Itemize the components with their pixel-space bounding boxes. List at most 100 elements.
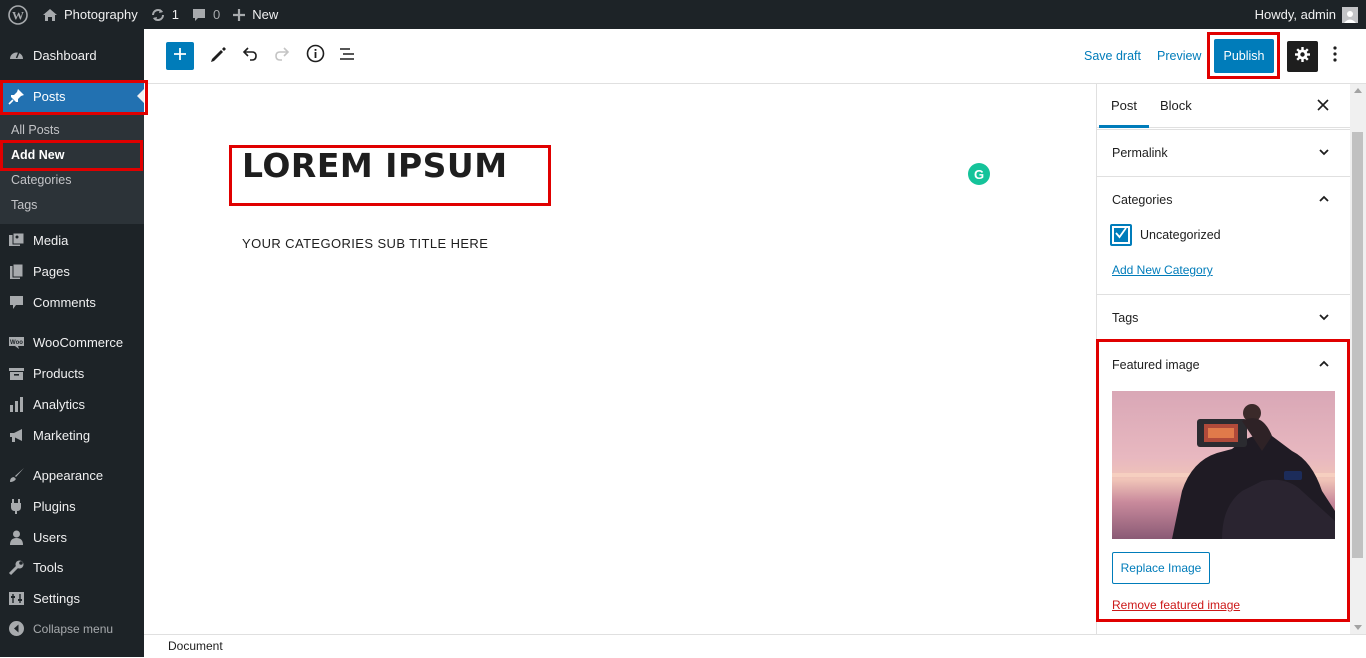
category-label: Uncategorized bbox=[1140, 228, 1221, 242]
comments-link[interactable]: 0 bbox=[185, 0, 226, 29]
comment-bubble-icon bbox=[191, 7, 207, 23]
tags-toggle[interactable]: Tags bbox=[1097, 295, 1350, 341]
sidebar-item-users[interactable]: Users bbox=[0, 522, 144, 552]
redo-button[interactable] bbox=[270, 42, 294, 70]
categories-section: Categories Uncategorized Add New Categor… bbox=[1097, 177, 1350, 295]
new-content-link[interactable]: New bbox=[226, 0, 284, 29]
woocommerce-icon: Woo bbox=[8, 334, 25, 351]
sidebar-item-label: Media bbox=[33, 233, 69, 248]
undo-button[interactable] bbox=[238, 42, 262, 70]
collapse-menu-button[interactable]: Collapse menu bbox=[0, 613, 144, 644]
grammarly-icon[interactable]: G bbox=[968, 163, 990, 185]
scroll-down-arrow-icon[interactable] bbox=[1354, 625, 1362, 630]
bar-chart-icon bbox=[8, 396, 25, 413]
sidebar-item-comments[interactable]: Comments bbox=[0, 287, 144, 317]
submenu-all-posts[interactable]: All Posts bbox=[0, 118, 144, 143]
sidebar-tabs: Post Block bbox=[1097, 84, 1350, 128]
sidebar-item-appearance[interactable]: Appearance bbox=[0, 460, 144, 491]
site-name-link[interactable]: Photography bbox=[36, 0, 144, 29]
sidebar-item-woocommerce[interactable]: Woo WooCommerce bbox=[0, 327, 144, 358]
sidebar-item-marketing[interactable]: Marketing bbox=[0, 420, 144, 451]
list-view-icon bbox=[338, 45, 356, 68]
my-account[interactable]: Howdy, admin bbox=[1255, 0, 1358, 29]
sidebar-item-analytics[interactable]: Analytics bbox=[0, 389, 144, 420]
tools-button[interactable] bbox=[206, 42, 230, 70]
remove-featured-image-link[interactable]: Remove featured image bbox=[1112, 598, 1240, 612]
submenu-categories[interactable]: Categories bbox=[0, 168, 144, 193]
sidebar-item-products[interactable]: Products bbox=[0, 358, 144, 389]
publish-button[interactable]: Publish bbox=[1214, 39, 1274, 73]
sidebar-item-label: Settings bbox=[33, 590, 80, 606]
sidebar-item-label: Analytics bbox=[33, 397, 86, 412]
sidebar-item-label: Comments bbox=[33, 294, 96, 310]
comment-icon bbox=[8, 294, 25, 311]
greeting: Howdy, admin bbox=[1254, 7, 1336, 22]
redo-icon bbox=[273, 45, 291, 68]
preview-button[interactable]: Preview bbox=[1157, 49, 1201, 63]
settings-button[interactable] bbox=[1287, 41, 1318, 72]
tab-block[interactable]: Block bbox=[1160, 84, 1192, 128]
pages-icon bbox=[8, 263, 25, 280]
tab-post[interactable]: Post bbox=[1099, 84, 1149, 128]
editor-toolbar: Save draft Preview Publish bbox=[144, 29, 1366, 84]
undo-icon bbox=[241, 45, 259, 68]
checkmark-icon bbox=[1114, 226, 1128, 245]
svg-text:W: W bbox=[12, 8, 24, 22]
sidebar-item-tools[interactable]: Tools bbox=[0, 552, 144, 583]
tags-section: Tags bbox=[1097, 295, 1350, 342]
paragraph-block[interactable]: YOUR CATEGORIES SUB TITLE HERE bbox=[242, 236, 488, 251]
sidebar-item-label: Users bbox=[33, 529, 67, 545]
replace-image-button[interactable]: Replace Image bbox=[1112, 552, 1210, 584]
plus-icon bbox=[173, 47, 187, 66]
updates-link[interactable]: 1 bbox=[144, 0, 185, 29]
updates-icon bbox=[150, 7, 166, 23]
settings-icon bbox=[8, 590, 25, 607]
photographer-image bbox=[1112, 391, 1335, 539]
more-vertical-icon bbox=[1333, 45, 1337, 67]
category-checkbox[interactable] bbox=[1110, 224, 1132, 246]
info-icon bbox=[306, 44, 325, 68]
post-title[interactable]: LOREM IPSUM bbox=[242, 146, 508, 185]
sidebar-item-label: WooCommerce bbox=[33, 335, 124, 350]
posts-submenu: All Posts Add New Categories Tags bbox=[0, 112, 144, 224]
sidebar-item-dashboard[interactable]: Dashboard bbox=[0, 40, 144, 70]
sidebar-item-settings[interactable]: Settings bbox=[0, 583, 144, 613]
categories-toggle[interactable]: Categories bbox=[1097, 177, 1350, 223]
current-indicator-icon bbox=[137, 89, 144, 103]
submenu-add-new[interactable]: Add New bbox=[0, 143, 144, 168]
sidebar-item-plugins[interactable]: Plugins bbox=[0, 491, 144, 522]
section-title: Tags bbox=[1112, 311, 1139, 325]
wordpress-logo-icon[interactable]: W bbox=[0, 0, 36, 29]
sidebar-item-pages[interactable]: Pages bbox=[0, 256, 144, 287]
block-breadcrumb-bar: Document bbox=[144, 634, 1366, 657]
save-draft-button[interactable]: Save draft bbox=[1084, 49, 1141, 63]
sidebar-item-label: Plugins bbox=[33, 499, 76, 514]
breadcrumb-document[interactable]: Document bbox=[168, 639, 223, 653]
close-icon[interactable] bbox=[1317, 99, 1329, 114]
media-icon bbox=[8, 232, 25, 249]
sidebar-item-posts[interactable]: Posts bbox=[0, 80, 144, 112]
scroll-up-arrow-icon[interactable] bbox=[1354, 88, 1362, 93]
add-block-button[interactable] bbox=[166, 42, 194, 70]
plugin-icon bbox=[8, 498, 25, 515]
more-options-button[interactable] bbox=[1325, 42, 1345, 70]
details-button[interactable] bbox=[303, 42, 327, 70]
sidebar-item-media[interactable]: Media bbox=[0, 225, 144, 256]
settings-sidebar: Post Block Permalink Categories Uncatego… bbox=[1096, 84, 1350, 634]
editor-canvas: LOREM IPSUM YOUR CATEGORIES SUB TITLE HE… bbox=[144, 84, 1096, 634]
megaphone-icon bbox=[8, 427, 25, 444]
svg-text:Woo: Woo bbox=[10, 340, 23, 346]
updates-count: 1 bbox=[171, 7, 179, 22]
comments-count: 0 bbox=[212, 7, 221, 22]
featured-image-toggle[interactable]: Featured image bbox=[1097, 342, 1350, 388]
collapse-icon bbox=[8, 620, 25, 637]
featured-image-preview[interactable] bbox=[1112, 391, 1335, 539]
chevron-up-icon bbox=[1318, 358, 1330, 373]
sidebar-item-label: Products bbox=[33, 366, 85, 381]
list-view-button[interactable] bbox=[335, 42, 359, 70]
scrollbar-thumb[interactable] bbox=[1352, 132, 1363, 558]
permalink-toggle[interactable]: Permalink bbox=[1097, 130, 1350, 176]
add-new-category-link[interactable]: Add New Category bbox=[1112, 263, 1213, 277]
avatar bbox=[1342, 6, 1358, 23]
submenu-tags[interactable]: Tags bbox=[0, 193, 144, 218]
